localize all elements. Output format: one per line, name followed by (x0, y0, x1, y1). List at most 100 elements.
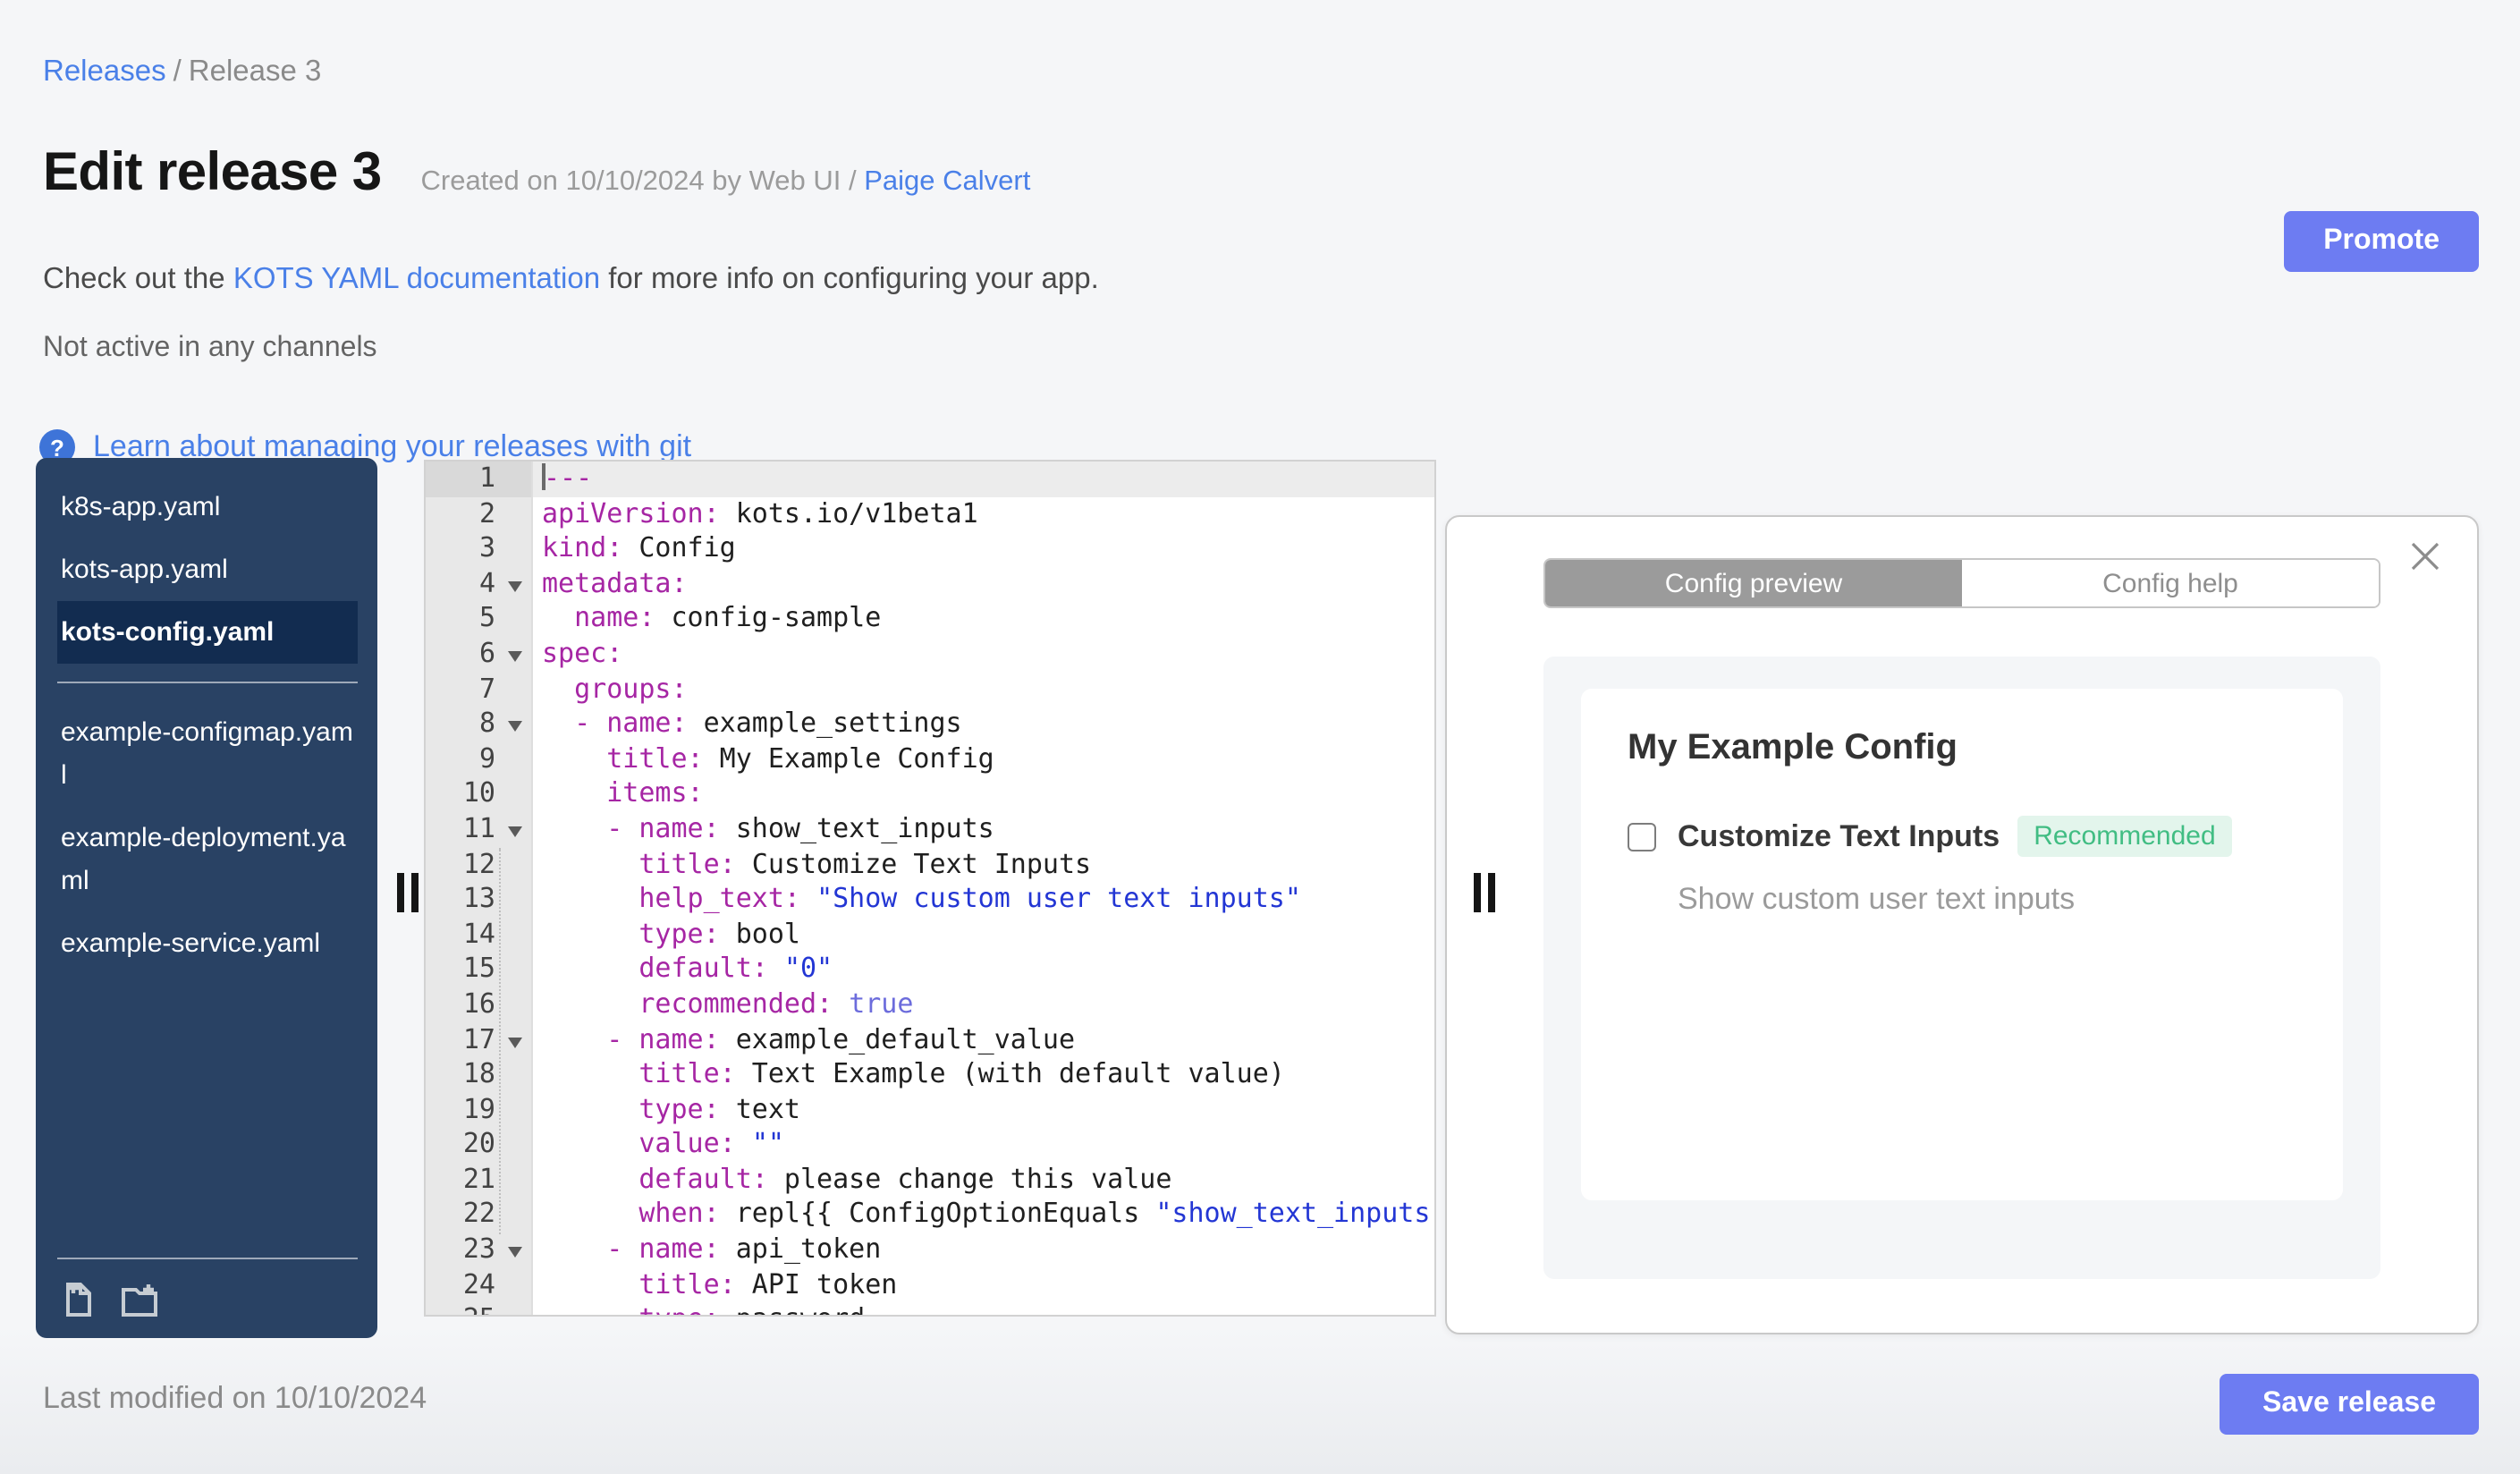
line-number: 4 (426, 566, 533, 602)
config-group-card: My Example Config Customize Text Inputs … (1581, 689, 2343, 1200)
line-number: 14 (426, 917, 533, 953)
breadcrumb: Releases / Release 3 (43, 55, 321, 89)
fold-arrow-icon[interactable] (508, 580, 522, 592)
line-number: 20 (426, 1127, 533, 1163)
editor-line-7: 7 groups: (426, 672, 1434, 707)
code-text: title: Customize Text Inputs (638, 847, 1092, 880)
editor-line-9: 9 title: My Example Config (426, 741, 1434, 777)
config-preview-panel: Config preview Config help My Example Con… (1445, 515, 2479, 1334)
editor-line-13: 13 help_text: "Show custom user text inp… (426, 882, 1434, 918)
line-number: 16 (426, 987, 533, 1022)
code-text: recommended: true (638, 987, 914, 1020)
editor-line-21: 21 default: please change this value (426, 1162, 1434, 1198)
code-text: items: (606, 776, 704, 809)
line-number: 24 (426, 1267, 533, 1303)
sidebar-file-example-service.yaml[interactable]: example-service.yaml (57, 912, 358, 975)
editor-line-8: 8 - name: example_settings (426, 707, 1434, 742)
code-text: when: repl{{ ConfigOptionEquals "show_te… (638, 1197, 1434, 1230)
workspace: k8s-app.yaml kots-app.yaml kots-config.yam… (36, 458, 2479, 1338)
code-text: - name: example_default_value (606, 1022, 1076, 1055)
code-text: - name: show_text_inputs (606, 811, 994, 844)
created-on-text: Created on 10/10/2024 by Web UI / Paige … (420, 166, 1031, 197)
code-text: apiVersion: kots.io/v1beta1 (542, 496, 978, 529)
line-number: 5 (426, 601, 533, 637)
fold-arrow-icon[interactable] (508, 1247, 522, 1258)
preview-tabbar: Config preview Config help (1543, 558, 2380, 608)
line-number: 13 (426, 882, 533, 918)
sidebar-file-example-deployment.yaml[interactable]: example-deployment.yaml (57, 807, 358, 912)
editor-line-25: 25 type: password (426, 1302, 1434, 1316)
editor-line-2: 2 apiVersion: kots.io/v1beta1 (426, 496, 1434, 532)
code-text: name: config-sample (574, 601, 882, 634)
pane-resize-handle-right[interactable] (1474, 873, 1499, 912)
file-tree-sidebar: k8s-app.yaml kots-app.yaml kots-config.yam… (36, 458, 377, 1338)
tab-config-preview[interactable]: Config preview (1545, 560, 1962, 606)
code-text: title: My Example Config (606, 741, 994, 775)
line-number: 3 (426, 531, 533, 567)
close-icon[interactable] (2409, 540, 2441, 572)
promote-button[interactable]: Promote (2284, 211, 2479, 272)
last-modified-text: Last modified on 10/10/2024 (43, 1381, 427, 1415)
file-group-divider (57, 682, 358, 683)
new-folder-icon[interactable] (120, 1281, 159, 1320)
fold-arrow-icon[interactable] (508, 650, 522, 662)
code-text: type: password (533, 1303, 1434, 1316)
customize-text-inputs-checkbox[interactable] (1628, 822, 1656, 851)
code-text: metadata: (542, 566, 688, 599)
sidebar-bottom-divider (57, 1258, 358, 1259)
docs-hint-text: Check out the KOTS YAML documentation fo… (43, 263, 1099, 295)
editor-line-20: 20 value: "" (426, 1127, 1434, 1163)
sidebar-file-k8s-app.yaml[interactable]: k8s-app.yaml (57, 476, 358, 538)
line-number: 15 (426, 952, 533, 987)
editor-line-12: 12 title: Customize Text Inputs (426, 847, 1434, 883)
save-release-button[interactable]: Save release (2220, 1374, 2479, 1435)
editor-line-17: 17 - name: example_default_value (426, 1022, 1434, 1058)
author-link[interactable]: Paige Calvert (864, 166, 1030, 197)
code-text: - name: example_settings (574, 707, 962, 740)
code-text: help_text: "Show custom user text inputs… (638, 882, 1301, 915)
yaml-code-editor[interactable]: 1 --- 2 apiVersion: kots.io/v1beta1 3 kind: C… (424, 460, 1436, 1317)
config-item-label: Customize Text Inputs (1678, 818, 2000, 852)
line-number: 6 (426, 636, 533, 673)
code-text: type: bool (638, 917, 800, 950)
fold-arrow-icon[interactable] (508, 1037, 522, 1047)
line-number: 7 (426, 672, 533, 707)
editor-line-11: 11 - name: show_text_inputs (426, 811, 1434, 848)
channel-status-text: Not active in any channels (43, 333, 377, 363)
fold-arrow-icon[interactable] (508, 826, 522, 837)
sidebar-file-example-configmap.yaml[interactable]: example-configmap.yaml (57, 701, 358, 807)
editor-line-4: 4 metadata: (426, 566, 1434, 602)
editor-line-1: 1 --- (426, 462, 1434, 497)
line-number: 22 (426, 1197, 533, 1233)
code-text: spec: (542, 636, 623, 669)
sidebar-file-kots-app.yaml[interactable]: kots-app.yaml (57, 538, 358, 601)
code-text: kind: Config (542, 531, 736, 564)
line-number: 1 (426, 462, 533, 497)
editor-line-15: 15 default: "0" (426, 952, 1434, 987)
tab-config-help[interactable]: Config help (1962, 560, 2379, 606)
code-text: value: "" (638, 1127, 784, 1160)
editor-line-6: 6 spec: (426, 636, 1434, 673)
new-file-icon[interactable] (59, 1281, 98, 1320)
breadcrumb-releases-link[interactable]: Releases (43, 55, 166, 88)
line-number: 17 (426, 1022, 533, 1058)
release-editor-page: Releases / Release 3 Edit release 3 Create… (0, 0, 2520, 1474)
code-text: type: text (638, 1092, 800, 1125)
line-number: 18 (426, 1057, 533, 1093)
sidebar-file-kots-config.yaml[interactable]: kots-config.yaml (57, 601, 358, 664)
line-number: 19 (426, 1092, 533, 1128)
page-title: Edit release 3 (43, 143, 382, 202)
breadcrumb-current: Release 3 (188, 55, 322, 88)
line-number: 10 (426, 776, 533, 812)
code-text: default: "0" (638, 952, 833, 985)
pane-resize-handle-left[interactable] (397, 873, 422, 912)
fold-arrow-icon[interactable] (508, 721, 522, 733)
line-number: 21 (426, 1162, 533, 1198)
editor-line-24: 24 title: API token (426, 1267, 1434, 1303)
code-text: default: please change this value (638, 1162, 1172, 1195)
kots-yaml-docs-link[interactable]: KOTS YAML documentation (233, 263, 600, 295)
line-number: 2 (426, 496, 533, 532)
editor-line-10: 10 items: (426, 776, 1434, 812)
line-number: 12 (426, 847, 533, 883)
editor-line-16: 16 recommended: true (426, 987, 1434, 1022)
